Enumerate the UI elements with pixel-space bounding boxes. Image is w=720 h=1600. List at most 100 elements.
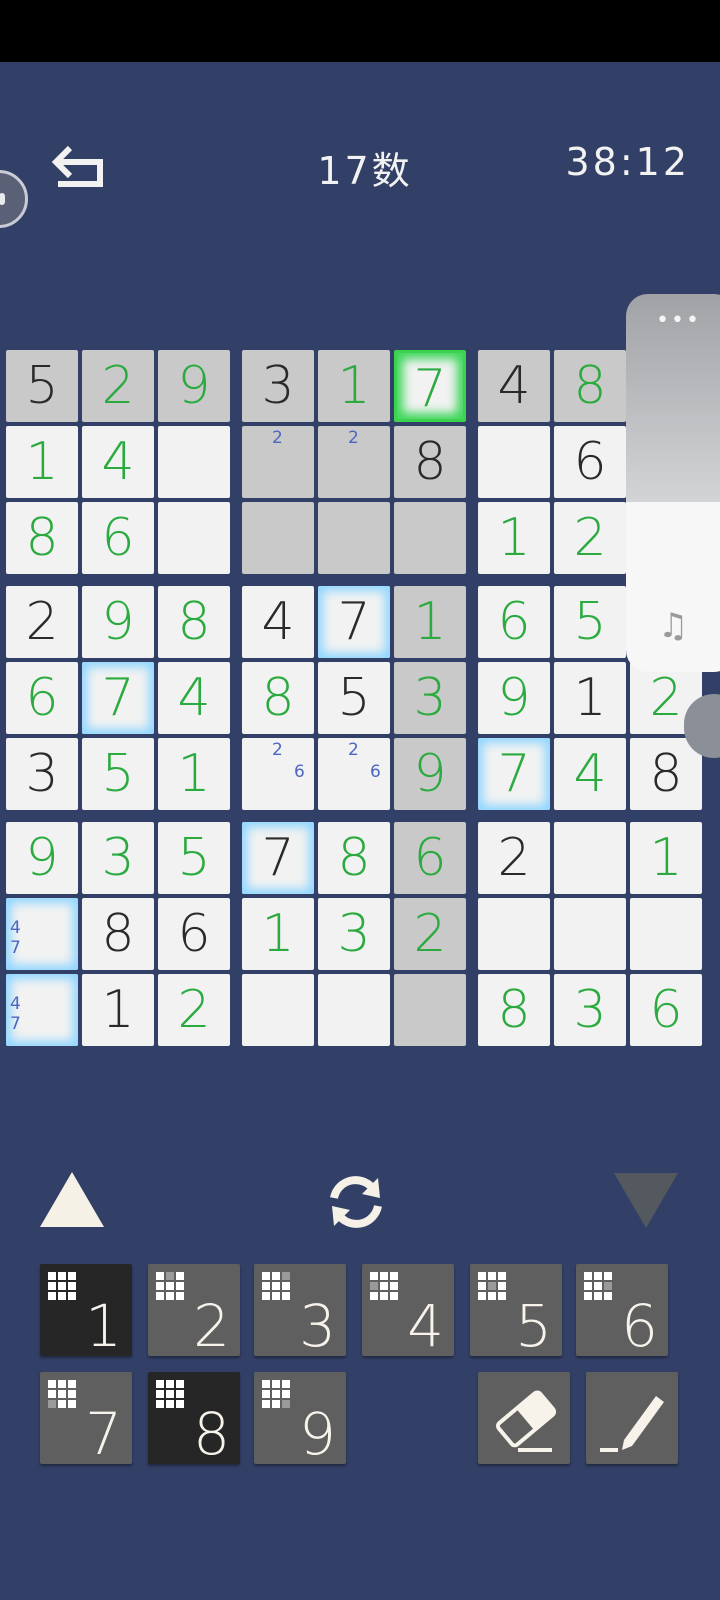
sudoku-cell[interactable]: 2	[394, 898, 466, 970]
number-key-2[interactable]: 2	[148, 1264, 240, 1360]
sudoku-cell[interactable]: 2	[478, 822, 550, 894]
sudoku-cell[interactable]: 8	[242, 662, 314, 734]
sudoku-cell[interactable]	[478, 426, 550, 498]
music-note-icon[interactable]: ♫	[658, 606, 688, 646]
number-key-1[interactable]: 1	[40, 1264, 132, 1360]
sudoku-cell[interactable]: 3	[6, 738, 78, 810]
sudoku-cell[interactable]	[242, 974, 314, 1046]
sudoku-cell[interactable]: 2	[6, 586, 78, 658]
sudoku-cell[interactable]: 7	[318, 586, 390, 658]
cell-digit: 5	[573, 592, 607, 652]
sudoku-cell[interactable]	[394, 974, 466, 1046]
sudoku-cell[interactable]: 6	[82, 502, 154, 574]
number-key-7[interactable]: 7	[40, 1372, 132, 1468]
sudoku-cell[interactable]: 2	[554, 502, 626, 574]
sudoku-cell[interactable]: 5	[82, 738, 154, 810]
sudoku-cell[interactable]: 26	[318, 738, 390, 810]
cell-digit: 1	[25, 432, 59, 492]
sudoku-cell[interactable]	[554, 822, 626, 894]
sudoku-cell[interactable]: 5	[6, 350, 78, 422]
number-key-4[interactable]: 4	[362, 1264, 454, 1360]
sudoku-cell[interactable]	[478, 898, 550, 970]
sudoku-cell[interactable]	[242, 502, 314, 574]
cell-digit: 7	[413, 359, 447, 419]
sudoku-cell[interactable]: 5	[554, 586, 626, 658]
triangle-up-icon[interactable]	[40, 1172, 104, 1227]
sudoku-cell[interactable]: 9	[158, 350, 230, 422]
sudoku-cell[interactable]: 6	[394, 822, 466, 894]
pencil-note: 2	[272, 740, 283, 760]
sudoku-cell[interactable]: 7	[394, 350, 466, 422]
sudoku-cell[interactable]: 9	[82, 586, 154, 658]
sudoku-cell[interactable]: 9	[478, 662, 550, 734]
sudoku-cell[interactable]: 6	[478, 586, 550, 658]
sudoku-cell[interactable]: 4	[242, 586, 314, 658]
sudoku-cell[interactable]: 7	[242, 822, 314, 894]
number-key-5[interactable]: 5	[470, 1264, 562, 1360]
sudoku-cell[interactable]: 1	[478, 502, 550, 574]
sudoku-cell[interactable]	[158, 502, 230, 574]
sudoku-cell[interactable]: 8	[630, 738, 702, 810]
refresh-icon[interactable]	[322, 1168, 390, 1236]
sudoku-cell[interactable]: 9	[6, 822, 78, 894]
number-key-6[interactable]: 6	[576, 1264, 668, 1360]
sudoku-cell[interactable]: 8	[318, 822, 390, 894]
sudoku-cell[interactable]: 6	[6, 662, 78, 734]
sudoku-cell[interactable]	[318, 974, 390, 1046]
sudoku-cell[interactable]: 3	[242, 350, 314, 422]
sudoku-cell[interactable]	[554, 898, 626, 970]
sudoku-cell[interactable]: 2	[318, 426, 390, 498]
sudoku-cell[interactable]: 6	[554, 426, 626, 498]
sudoku-cell[interactable]: 3	[318, 898, 390, 970]
sudoku-cell[interactable]	[158, 426, 230, 498]
sudoku-cell[interactable]: 8	[554, 350, 626, 422]
number-key-3[interactable]: 3	[254, 1264, 346, 1360]
sudoku-cell[interactable]: 8	[6, 502, 78, 574]
sudoku-cell[interactable]: 5	[158, 822, 230, 894]
sudoku-cell[interactable]	[318, 502, 390, 574]
sudoku-cell[interactable]: 2	[82, 350, 154, 422]
sudoku-cell[interactable]: 1	[554, 662, 626, 734]
sudoku-cell[interactable]: 4	[554, 738, 626, 810]
more-dots-icon[interactable]: •••	[656, 308, 701, 333]
pencil-button[interactable]	[586, 1372, 678, 1464]
floating-side-panel[interactable]: ••• ♫	[626, 294, 720, 672]
sudoku-cell[interactable]: 9	[394, 738, 466, 810]
sudoku-cell[interactable]: 3	[394, 662, 466, 734]
undo-arrow-icon[interactable]	[50, 140, 110, 190]
sudoku-cell[interactable]: 8	[478, 974, 550, 1046]
sudoku-cell[interactable]: 47	[6, 974, 78, 1046]
sudoku-cell[interactable]: 2	[158, 974, 230, 1046]
sudoku-cell[interactable]: 1	[318, 350, 390, 422]
sudoku-cell[interactable]: 4	[478, 350, 550, 422]
sudoku-cell[interactable]: 1	[158, 738, 230, 810]
sudoku-cell[interactable]	[630, 898, 702, 970]
triangle-down-icon[interactable]	[614, 1173, 678, 1228]
sudoku-cell[interactable]: 5	[318, 662, 390, 734]
sudoku-cell[interactable]: 1	[242, 898, 314, 970]
sudoku-cell[interactable]	[394, 502, 466, 574]
assistant-bubble-icon[interactable]	[0, 170, 28, 228]
sudoku-cell[interactable]: 1	[6, 426, 78, 498]
sudoku-cell[interactable]: 8	[82, 898, 154, 970]
sudoku-cell[interactable]: 8	[394, 426, 466, 498]
sudoku-cell[interactable]: 2	[242, 426, 314, 498]
sudoku-cell[interactable]: 26	[242, 738, 314, 810]
sudoku-cell[interactable]: 4	[158, 662, 230, 734]
sudoku-cell[interactable]: 47	[6, 898, 78, 970]
cell-digit: 5	[101, 744, 135, 804]
sudoku-cell[interactable]: 1	[82, 974, 154, 1046]
sudoku-cell[interactable]: 8	[158, 586, 230, 658]
sudoku-cell[interactable]: 7	[82, 662, 154, 734]
sudoku-cell[interactable]: 7	[478, 738, 550, 810]
number-key-8[interactable]: 8	[148, 1372, 240, 1468]
sudoku-cell[interactable]: 1	[630, 822, 702, 894]
eraser-button[interactable]	[478, 1372, 570, 1464]
sudoku-cell[interactable]: 4	[82, 426, 154, 498]
sudoku-cell[interactable]: 6	[158, 898, 230, 970]
sudoku-cell[interactable]: 3	[82, 822, 154, 894]
sudoku-cell[interactable]: 3	[554, 974, 626, 1046]
sudoku-cell[interactable]: 1	[394, 586, 466, 658]
sudoku-cell[interactable]: 6	[630, 974, 702, 1046]
number-key-9[interactable]: 9	[254, 1372, 346, 1468]
